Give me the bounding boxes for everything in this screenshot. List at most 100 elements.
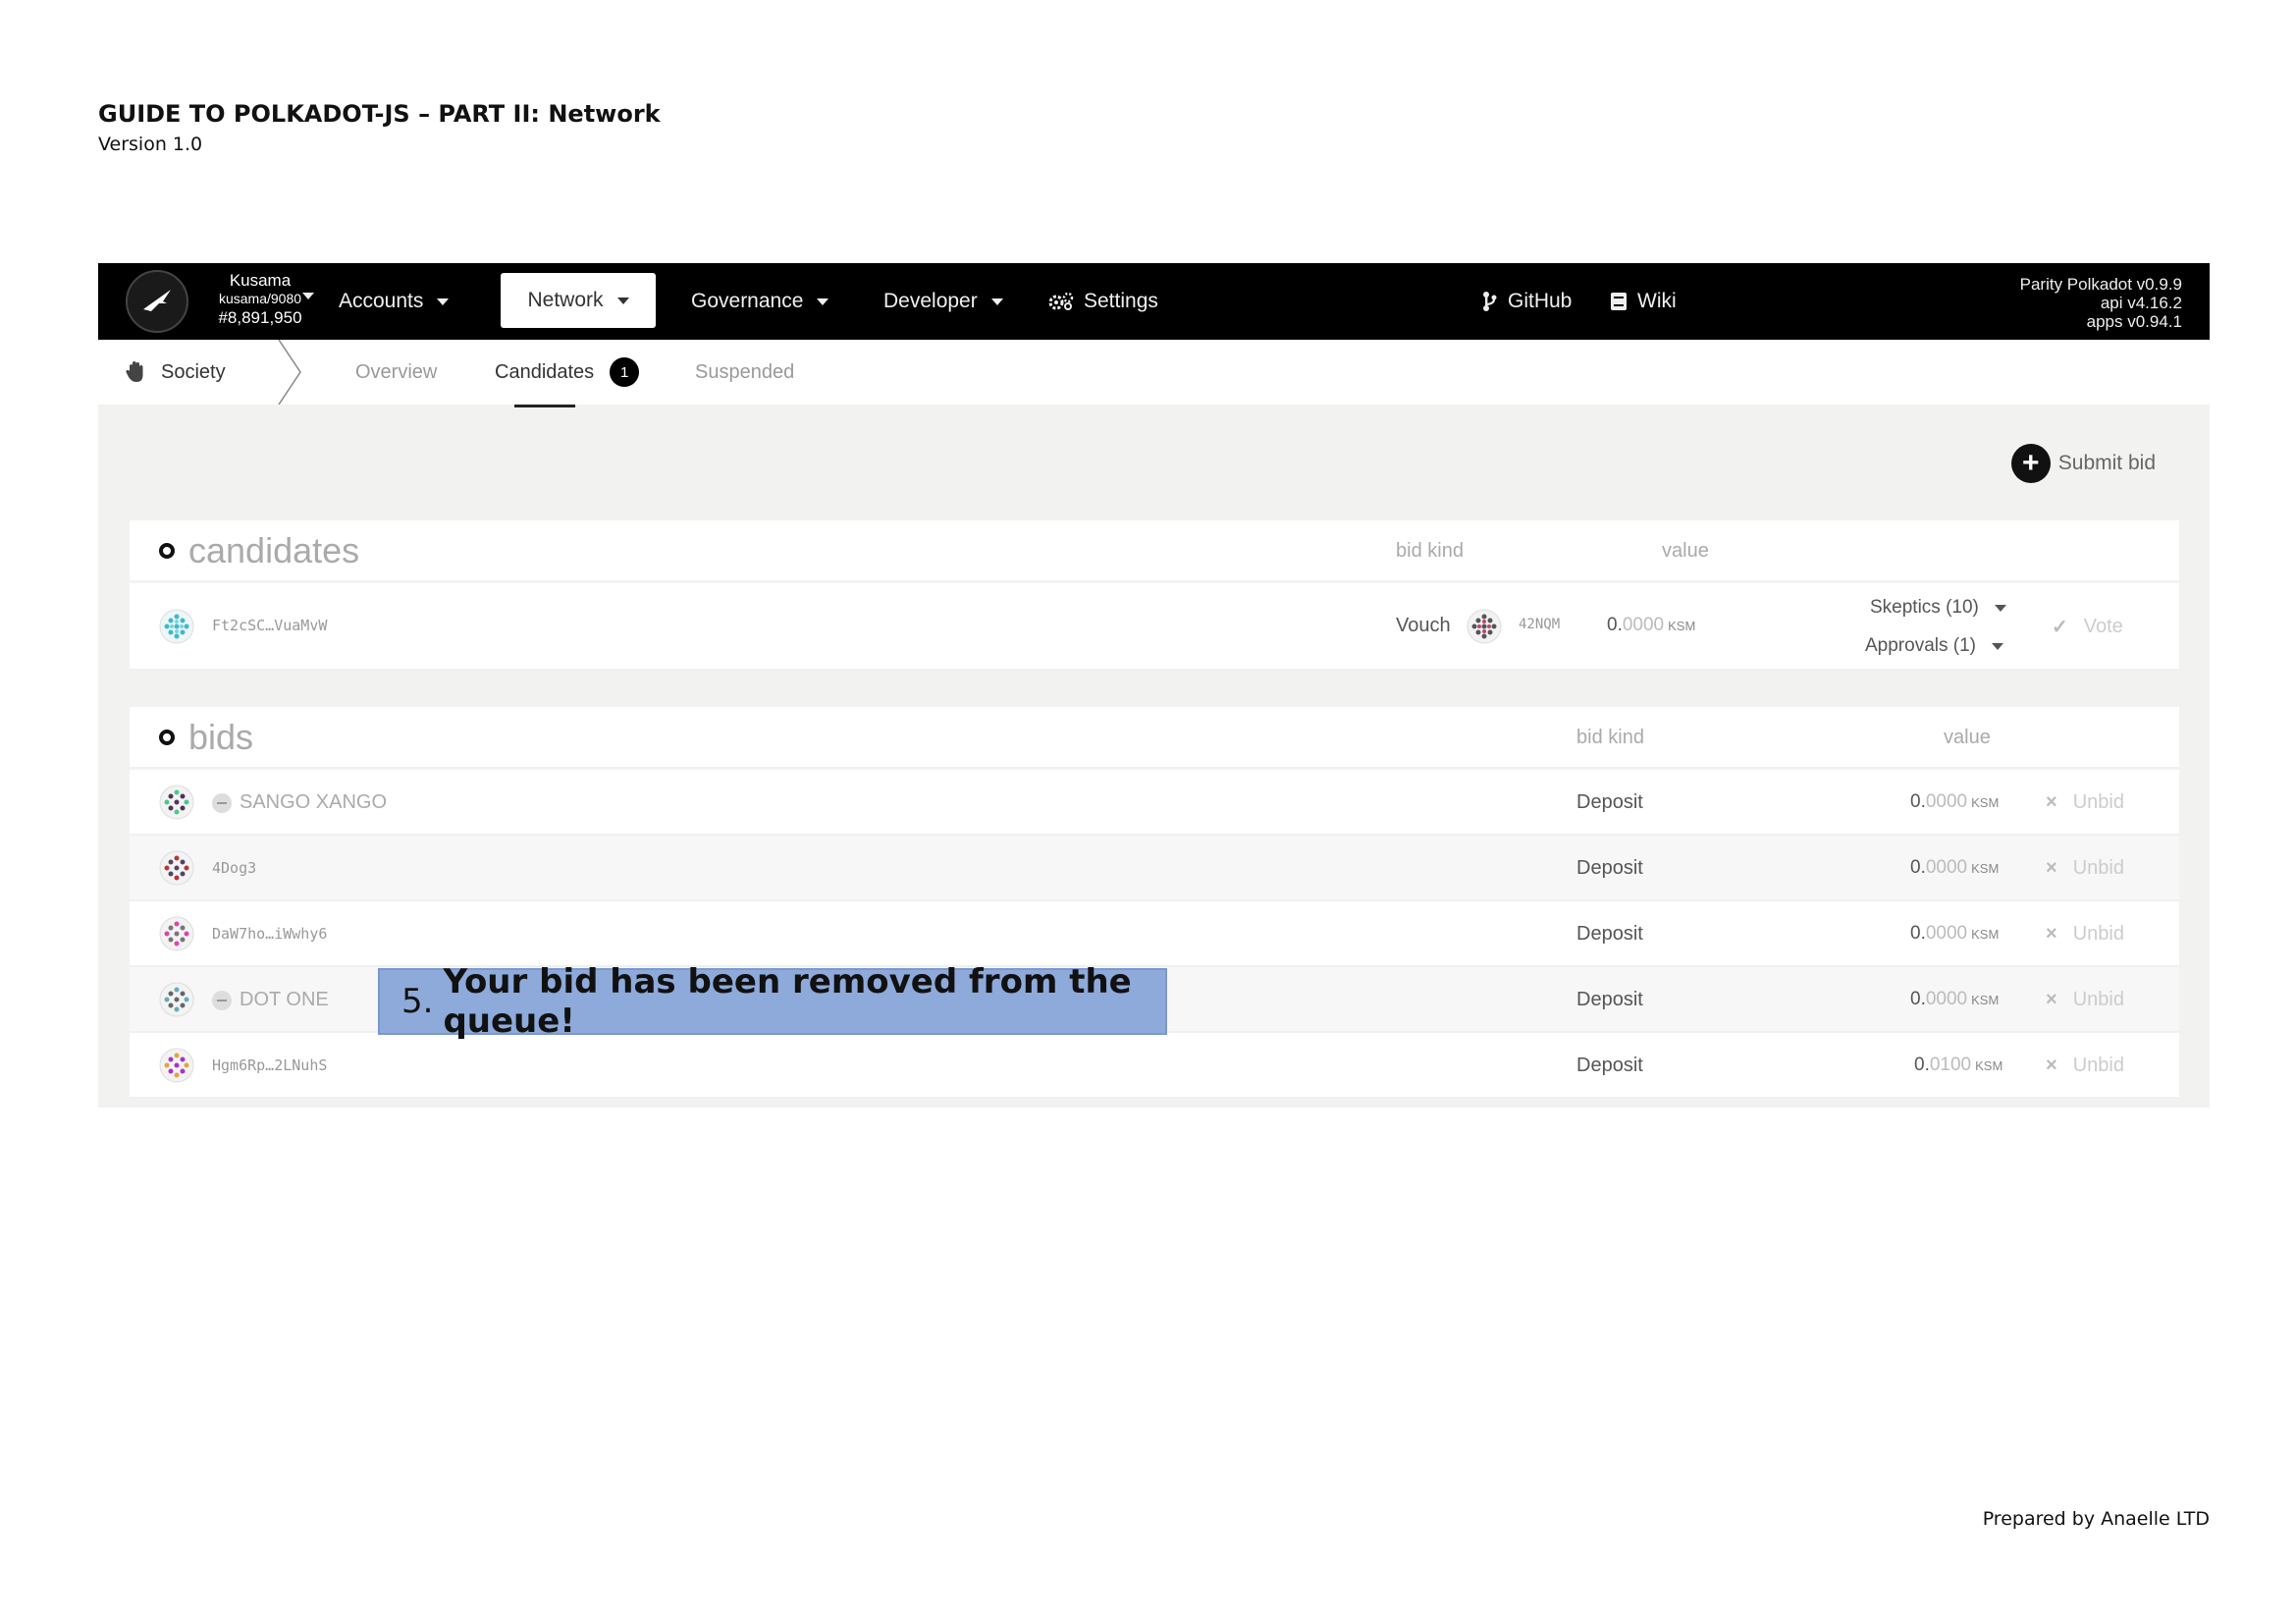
- tab-suspended[interactable]: Suspended: [695, 340, 794, 405]
- candidates-header: candidates bid kind value: [130, 520, 2179, 583]
- submit-bid-button[interactable]: + Submit bid: [2010, 444, 2156, 483]
- chain-name: Kusama: [229, 271, 292, 290]
- api-version: api v4.16.2: [2100, 294, 2182, 312]
- identicon-icon[interactable]: [159, 1048, 194, 1083]
- amount-unit: KSM: [1971, 795, 2000, 810]
- identicon-icon[interactable]: [159, 609, 194, 644]
- unbid-label: Unbid: [2072, 923, 2124, 945]
- document-version: Version 1.0: [98, 134, 203, 155]
- identicon-icon[interactable]: [159, 850, 194, 886]
- nav-label: Governance: [691, 290, 804, 312]
- tab-overview[interactable]: Overview: [355, 340, 437, 405]
- sub-navigation: Society Overview Candidates 1 Suspended: [98, 340, 2210, 405]
- apps-version: apps v0.94.1: [2086, 312, 2182, 331]
- chevron-down-icon: [616, 297, 629, 304]
- nav-network[interactable]: Network: [501, 273, 656, 328]
- voucher-address[interactable]: 42NQM: [1519, 617, 1560, 632]
- unbid-label: Unbid: [2072, 791, 2124, 813]
- bidder-name[interactable]: SANGO XANGO: [212, 791, 387, 814]
- approvals-label: Approvals (1): [1865, 635, 1976, 656]
- tab-candidates[interactable]: Candidates 1: [495, 340, 640, 405]
- table-row: SANGO XANGO Deposit 0.0000 KSM × Unbid: [130, 770, 2179, 836]
- bid-kind: Deposit: [1576, 857, 1643, 879]
- nav-label: Accounts: [339, 290, 424, 312]
- tab-label: Overview: [355, 360, 438, 383]
- candidates-title: candidates: [159, 530, 359, 571]
- voucher-identicon-icon[interactable]: [1467, 609, 1502, 644]
- column-bid-kind: bid kind: [1576, 727, 1644, 748]
- top-navigation-bar: Kusama kusama/9080 #8,891,950 Accounts N…: [98, 263, 2210, 340]
- gears-icon: [1048, 292, 1074, 311]
- amount-unit: KSM: [1971, 993, 2000, 1007]
- table-row: Hgm6Rp…2LNuhS Deposit 0.0100 KSM × Unbid: [130, 1033, 2179, 1099]
- bid-value: 0.0000 KSM: [1910, 857, 1999, 879]
- bidder-address[interactable]: Hgm6Rp…2LNuhS: [212, 1056, 327, 1074]
- section-label: Society: [161, 360, 226, 383]
- bidder-name[interactable]: DOT ONE: [212, 989, 329, 1011]
- nav-wiki[interactable]: Wiki: [1610, 263, 1677, 340]
- column-value: value: [1944, 727, 1991, 748]
- identicon-icon[interactable]: [159, 982, 194, 1017]
- identicon-icon[interactable]: [159, 785, 194, 820]
- plus-icon: +: [2010, 444, 2051, 483]
- version-info: Parity Polkadot v0.9.9 api v4.16.2 apps …: [2020, 275, 2182, 331]
- amount-dec: 0000: [1925, 989, 1968, 1009]
- hand-icon: [126, 361, 145, 383]
- nav-governance[interactable]: Governance: [691, 263, 829, 340]
- bid-value: 0.0000 KSM: [1910, 923, 1999, 945]
- submit-bid-label: Submit bid: [2057, 452, 2156, 474]
- unbid-button[interactable]: × Unbid: [2046, 923, 2124, 946]
- section-dot-icon: [159, 543, 175, 559]
- unbid-button[interactable]: × Unbid: [2046, 857, 2124, 880]
- unbid-button[interactable]: × Unbid: [2046, 989, 2124, 1011]
- identicon-icon[interactable]: [159, 916, 194, 951]
- vote-button[interactable]: ✓ Vote: [2052, 615, 2123, 639]
- approvals-dropdown[interactable]: Approvals (1): [1865, 635, 2003, 657]
- section-dot-icon: [159, 730, 175, 745]
- vote-label: Vote: [2083, 616, 2123, 637]
- bid-value: 0.0000 KSM: [1910, 791, 1999, 813]
- candidate-address[interactable]: Ft2cSC…VuaMvW: [212, 617, 327, 634]
- amount-int: 0.: [1910, 989, 1926, 1009]
- amount-int: 0.: [1910, 923, 1926, 944]
- skeptics-dropdown[interactable]: Skeptics (10): [1870, 597, 2006, 619]
- nav-developer[interactable]: Developer: [883, 263, 1003, 340]
- unbid-label: Unbid: [2072, 857, 2124, 879]
- bid-kind: Deposit: [1576, 989, 1643, 1010]
- nav-settings[interactable]: Settings: [1048, 263, 1158, 340]
- nav-label: Network: [527, 289, 604, 311]
- nav-accounts[interactable]: Accounts: [339, 263, 450, 340]
- bidder-address[interactable]: DaW7ho…iWwhy6: [212, 925, 327, 943]
- column-bid-kind: bid kind: [1396, 540, 1464, 562]
- nav-label: Wiki: [1637, 290, 1677, 312]
- node-version: Parity Polkadot v0.9.9: [2019, 275, 2182, 294]
- amount-unit: KSM: [1975, 1058, 2003, 1073]
- unbid-label: Unbid: [2072, 989, 2124, 1010]
- nav-label: Settings: [1084, 290, 1158, 312]
- bids-title-text: bids: [188, 717, 254, 757]
- close-icon: ×: [2046, 1055, 2057, 1076]
- amount-dec: 0000: [1925, 923, 1968, 944]
- bidder-name-text: SANGO XANGO: [240, 791, 388, 813]
- bidder-name-text: DOT ONE: [240, 989, 329, 1010]
- chevron-down-icon: [990, 298, 1003, 305]
- amount-int: 0.: [1910, 791, 1926, 812]
- close-icon: ×: [2046, 923, 2057, 945]
- close-icon: ×: [2046, 989, 2057, 1010]
- kusama-logo-icon[interactable]: [126, 270, 188, 333]
- bid-value: 0.0000 KSM: [1910, 989, 1999, 1010]
- amount-int: 0.: [1607, 615, 1623, 635]
- close-icon: ×: [2046, 791, 2057, 813]
- unbid-button[interactable]: × Unbid: [2046, 791, 2124, 814]
- table-row: Ft2cSC…VuaMvW Vouch 42NQM 0.0000 KSM Skep…: [130, 583, 2179, 671]
- callout-number: 5.: [401, 982, 434, 1021]
- unbid-button[interactable]: × Unbid: [2046, 1055, 2124, 1077]
- chevron-down-icon: [1992, 642, 2003, 650]
- close-icon: ×: [2046, 857, 2057, 879]
- nav-github[interactable]: GitHub: [1482, 263, 1572, 340]
- chain-block-number: #8,891,950: [218, 308, 302, 327]
- bidder-address[interactable]: 4Dog3: [212, 859, 256, 877]
- callout-text: Your bid has been removed from the queue…: [443, 962, 1132, 1041]
- candidates-table: candidates bid kind value Ft2cSC…VuaMvW …: [130, 520, 2179, 671]
- chain-chevron-down-icon[interactable]: [302, 293, 314, 299]
